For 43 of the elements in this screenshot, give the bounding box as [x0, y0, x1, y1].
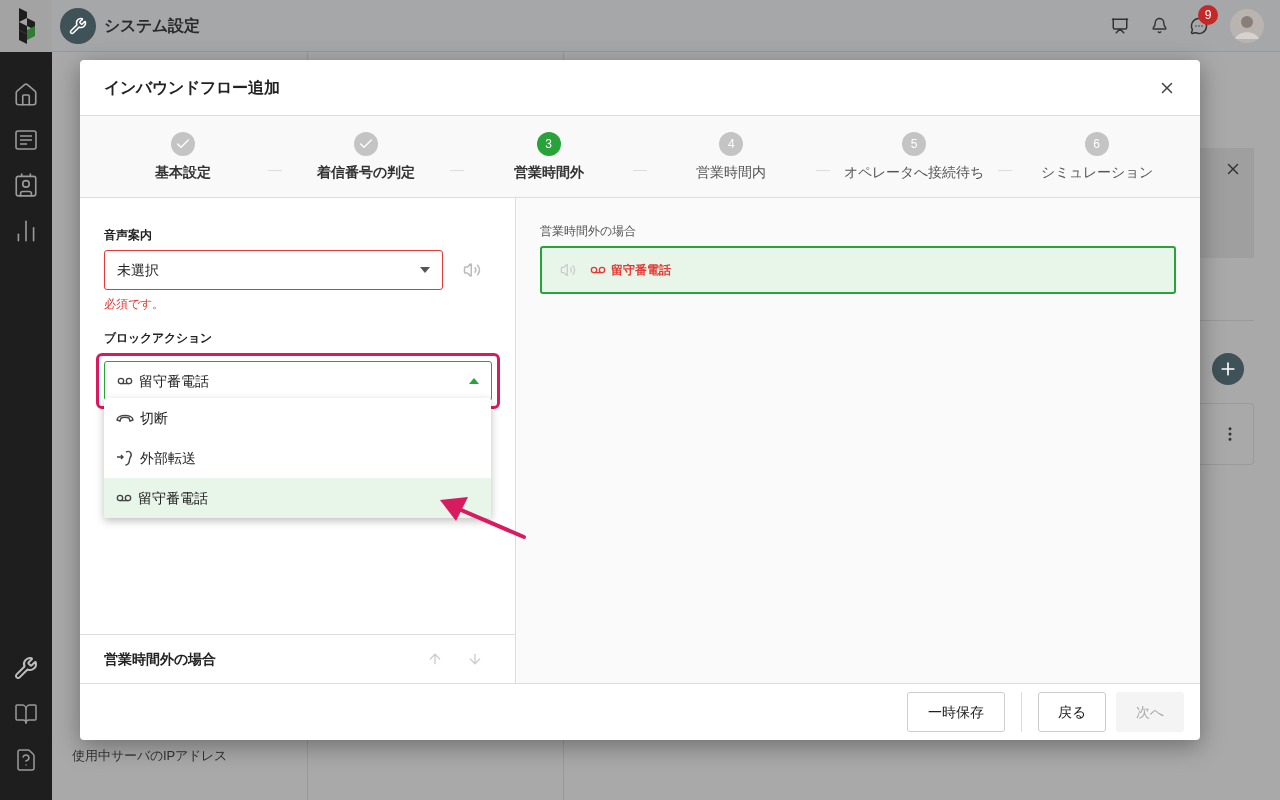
step-number: 3 — [536, 132, 561, 156]
menu-item[interactable]: 使用中サーバのIPアドレス — [58, 736, 301, 776]
avatar[interactable] — [1230, 8, 1264, 43]
preview-label: 営業時間外の場合 — [540, 223, 637, 240]
step-label[interactable]: 着信番号の判定 — [317, 162, 415, 183]
add-button[interactable] — [1212, 353, 1244, 385]
transfer-icon — [116, 449, 134, 467]
dialog-title: インバウンドフロー追加 — [104, 77, 280, 98]
field-label: 音声案内 — [104, 227, 153, 244]
step-number: 5 — [902, 132, 926, 156]
help-icon[interactable] — [14, 748, 38, 772]
step-label[interactable]: 基本設定 — [155, 162, 212, 183]
field-label: ブロックアクション — [104, 330, 213, 347]
speaker-icon — [560, 262, 576, 278]
dropdown-option[interactable]: 外部転送 — [104, 438, 491, 478]
dropdown-option[interactable]: 留守番電話 — [104, 478, 491, 518]
dropdown-option[interactable]: 切断 — [104, 398, 491, 438]
voice-guide-select[interactable]: 未選択 — [104, 250, 443, 290]
dropdown-caret-icon — [469, 378, 479, 384]
tools-icon[interactable] — [14, 656, 38, 680]
bell-icon[interactable] — [1151, 17, 1168, 34]
dropdown-caret-icon — [420, 267, 430, 273]
error-message: 必須です。 — [104, 296, 165, 313]
step-number: 6 — [1084, 132, 1109, 156]
hang-up-icon — [116, 412, 134, 424]
notification-badge: 9 — [1198, 4, 1218, 25]
contacts-icon[interactable] — [13, 172, 39, 198]
step-label[interactable]: シミュレーション — [1040, 162, 1153, 183]
list-icon[interactable] — [14, 128, 38, 152]
step-label[interactable]: 営業時間外 — [513, 162, 584, 183]
page-title: システム設定 — [104, 15, 200, 36]
step-label[interactable]: オペレータへ接続待ち — [844, 162, 984, 183]
board-icon[interactable] — [1111, 16, 1129, 35]
footer-button[interactable]: 一時保存 — [907, 692, 1005, 732]
book-icon[interactable] — [14, 702, 38, 726]
section-title: 営業時間外の場合 — [104, 649, 217, 669]
home-icon[interactable] — [13, 82, 39, 108]
footer-button[interactable]: 戻る — [1038, 692, 1106, 732]
node-label: 留守番電話 — [611, 262, 671, 279]
step-label[interactable]: 営業時間内 — [696, 162, 767, 183]
flow-node[interactable]: 留守番電話 — [540, 246, 1176, 294]
settings-icon — [60, 7, 96, 44]
step-number: 4 — [719, 132, 744, 156]
